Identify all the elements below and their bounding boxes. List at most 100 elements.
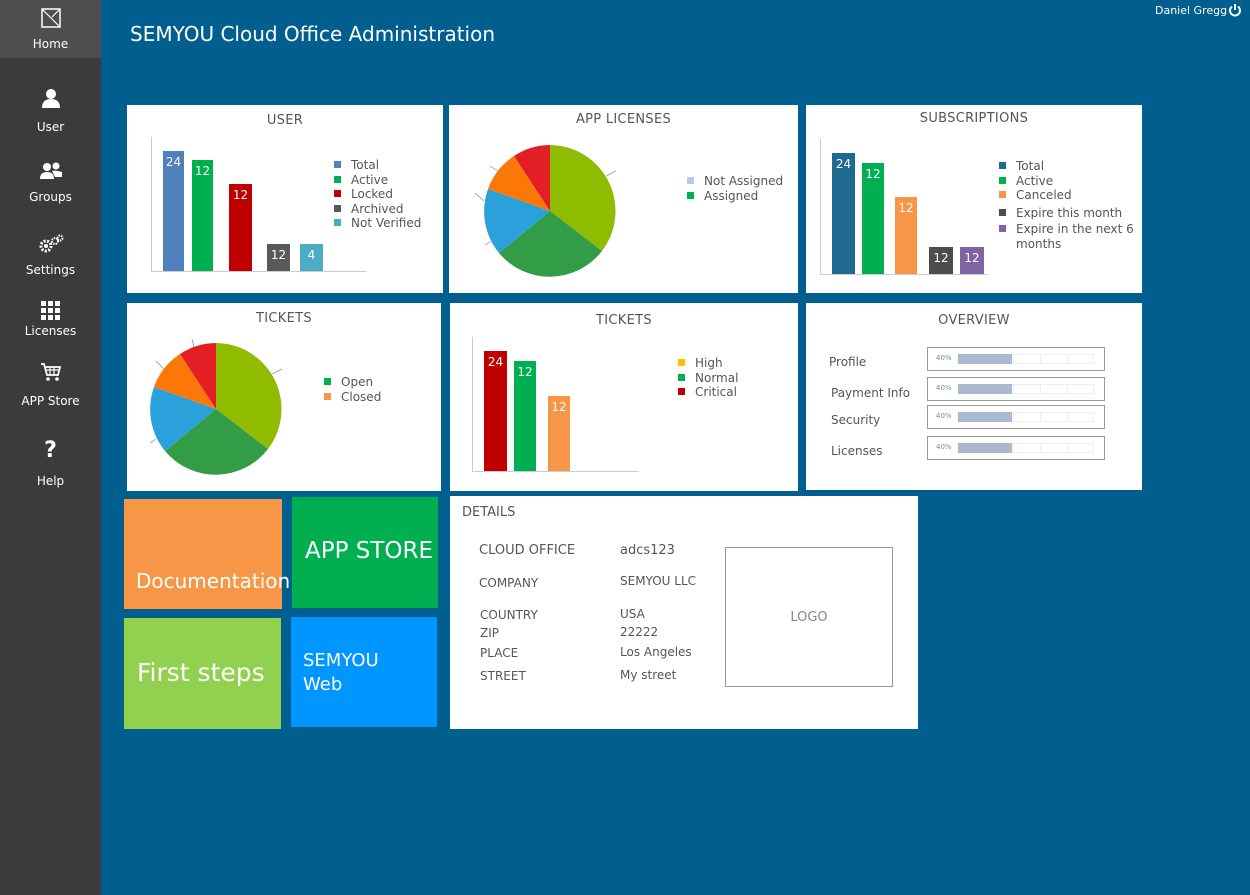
legend-swatch [687, 191, 694, 199]
logo-placeholder[interactable]: LOGO [725, 547, 893, 687]
zip-label: ZIP [480, 626, 499, 640]
sidebar-item-groups[interactable]: Groups [0, 155, 101, 207]
settings-icon [0, 234, 101, 254]
user-name[interactable]: Daniel Gregg [1155, 4, 1227, 17]
legend-item: Not Assigned [687, 174, 783, 189]
panel-title: APP LICENSES [575, 112, 672, 127]
sidebar-item-licenses[interactable]: Licenses [0, 296, 101, 342]
panel-title: OVERVIEW [938, 313, 1010, 328]
bar-normal: 12 [514, 361, 536, 471]
legend-swatch [324, 378, 331, 385]
legend-label: Archived [351, 201, 404, 216]
bar-active: 12 [862, 163, 884, 274]
chart-axis [151, 137, 152, 272]
sidebar: Home User Groups Settings Licenses APP S… [0, 0, 101, 895]
street-label: STREET [480, 669, 526, 683]
country-label: COUNTRY [480, 608, 538, 622]
tile-label: Documentation [136, 569, 291, 593]
tile-label: APP STORE [305, 538, 434, 564]
progress-fill [958, 412, 1012, 422]
bar-high: 24 [484, 351, 507, 471]
legend-label: Total [351, 158, 380, 172]
home-icon [0, 8, 101, 28]
progress-payment-info: 40% [927, 377, 1105, 401]
chart-axis [472, 471, 639, 472]
bar-canceled: 12 [895, 197, 917, 274]
tile-label: First steps [137, 658, 265, 687]
zip-value: 22222 [620, 625, 659, 639]
legend-item: Active [999, 174, 1134, 189]
progress-percent: 40% [936, 354, 952, 362]
legend-label: Active [351, 172, 389, 187]
legend-item: Archived [334, 202, 421, 217]
overview-label-profile: Profile [829, 355, 867, 369]
panel-title: TICKETS [256, 311, 312, 326]
sidebar-item-label: Groups [29, 190, 72, 204]
chart-legend: Open Closed [324, 375, 381, 404]
first-steps-tile[interactable]: First steps [124, 618, 281, 729]
help-icon: ? [44, 438, 57, 463]
tickets-pie [149, 338, 283, 475]
sidebar-item-home[interactable]: Home [0, 0, 101, 58]
bar-critical: 12 [548, 396, 570, 471]
legend-swatch [334, 219, 341, 226]
sidebar-item-label: Help [36, 474, 65, 488]
street-value: My street [620, 668, 677, 682]
legend-label: Locked [351, 187, 393, 201]
logo-label: LOGO [790, 610, 828, 625]
legend-item: Total [999, 159, 1134, 174]
legend-swatch [334, 190, 341, 197]
legend-swatch [999, 162, 1006, 169]
legend-label: Canceled [1016, 188, 1072, 202]
legend-item: Active [334, 173, 421, 188]
legend-label: Total [1016, 159, 1045, 173]
country-value: USA [620, 607, 645, 621]
bar-expire-month: 12 [929, 247, 953, 274]
sidebar-item-app-store[interactable]: APP Store [0, 360, 101, 410]
chart-axis [820, 139, 821, 275]
legend-item: Critical [678, 385, 738, 400]
chart-legend: Total Active Canceled Expire this month … [999, 159, 1134, 251]
semyou-web-tile[interactable]: SEMYOU Web [291, 617, 437, 727]
progress-profile: 40% [927, 347, 1105, 371]
chart-legend: Not Assigned Assigned [687, 174, 783, 203]
bar-expire-6-months: 12 [960, 247, 984, 274]
user-icon [0, 87, 101, 109]
details-panel: DETAILS CLOUD OFFICE adcs123 COMPANY SEM… [450, 496, 918, 729]
bar-active: 12 [192, 160, 213, 271]
legend-item: Not Verified [334, 216, 421, 231]
chart-legend: High Normal Critical [678, 356, 738, 400]
chart-legend: Total Active Locked Archived Not Verifie… [334, 158, 421, 231]
legend-item: Assigned [687, 189, 783, 204]
legend-swatch [334, 175, 341, 183]
page-title: SEMYOU Cloud Office Administration [130, 22, 496, 46]
progress-fill [958, 443, 1012, 453]
sidebar-item-help[interactable]: ? Help [0, 438, 101, 492]
legend-label: Expire in the next 6 months [1016, 222, 1134, 251]
bar-total: 24 [163, 151, 184, 271]
sidebar-item-user[interactable]: User [0, 82, 101, 138]
sidebar-item-label: APP Store [21, 394, 80, 408]
panel-title: USER [266, 113, 304, 128]
legend-label: Not Assigned [704, 174, 784, 188]
legend-swatch [999, 225, 1006, 232]
legend-label: Closed [341, 389, 382, 404]
chart-axis [472, 337, 473, 472]
documentation-tile[interactable]: Documentation [124, 499, 290, 609]
sidebar-item-label: User [36, 120, 65, 134]
chart-axis [820, 274, 988, 275]
progress-fill [958, 384, 1012, 394]
app-store-tile[interactable]: APP STORE [292, 497, 438, 608]
panel-title: DETAILS [462, 505, 516, 520]
legend-label: Normal [695, 370, 739, 385]
overview-label-licenses: Licenses [831, 444, 883, 458]
panel-title: SUBSCRIPTIONS [919, 111, 1029, 126]
tickets-pie-panel: TICKETS Open Closed [127, 303, 441, 491]
legend-label: High [695, 356, 723, 370]
sidebar-item-settings[interactable]: Settings [0, 228, 101, 280]
progress-percent: 40% [936, 443, 952, 451]
panel-title: TICKETS [596, 313, 652, 328]
tickets-bar-panel: TICKETS 24 12 12 High Normal Critical [450, 303, 798, 491]
power-icon[interactable] [1228, 2, 1242, 17]
legend-label: Not Verified [351, 216, 422, 230]
